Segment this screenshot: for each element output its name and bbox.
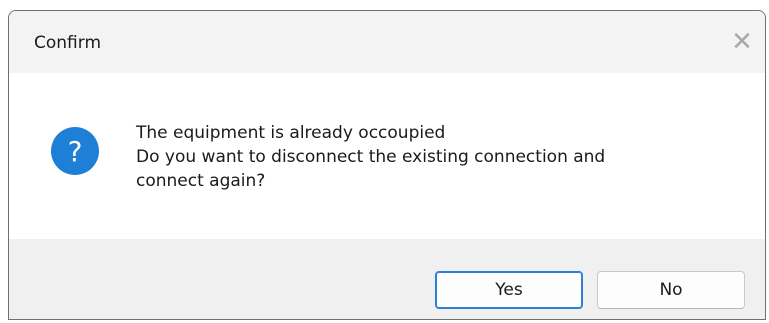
confirm-dialog: Confirm ✕ ? The equipment is already occ…	[8, 10, 766, 320]
question-icon: ?	[51, 127, 99, 175]
dialog-title: Confirm	[34, 33, 102, 53]
message-line-3: connect again?	[136, 171, 266, 191]
dialog-content: ? The equipment is already occoupied Do …	[9, 73, 765, 239]
title-bar: Confirm ✕	[9, 11, 765, 73]
button-bar: Yes No	[9, 239, 765, 319]
svg-text:?: ?	[68, 135, 83, 168]
close-icon: ✕	[731, 27, 753, 57]
message-line-2: Do you want to disconnect the existing c…	[136, 147, 606, 167]
message-line-1: The equipment is already occoupied	[136, 123, 446, 143]
message-text: The equipment is already occoupied Do yo…	[136, 121, 736, 193]
no-button[interactable]: No	[597, 271, 745, 309]
yes-button[interactable]: Yes	[435, 271, 583, 309]
close-button[interactable]: ✕	[725, 27, 759, 57]
